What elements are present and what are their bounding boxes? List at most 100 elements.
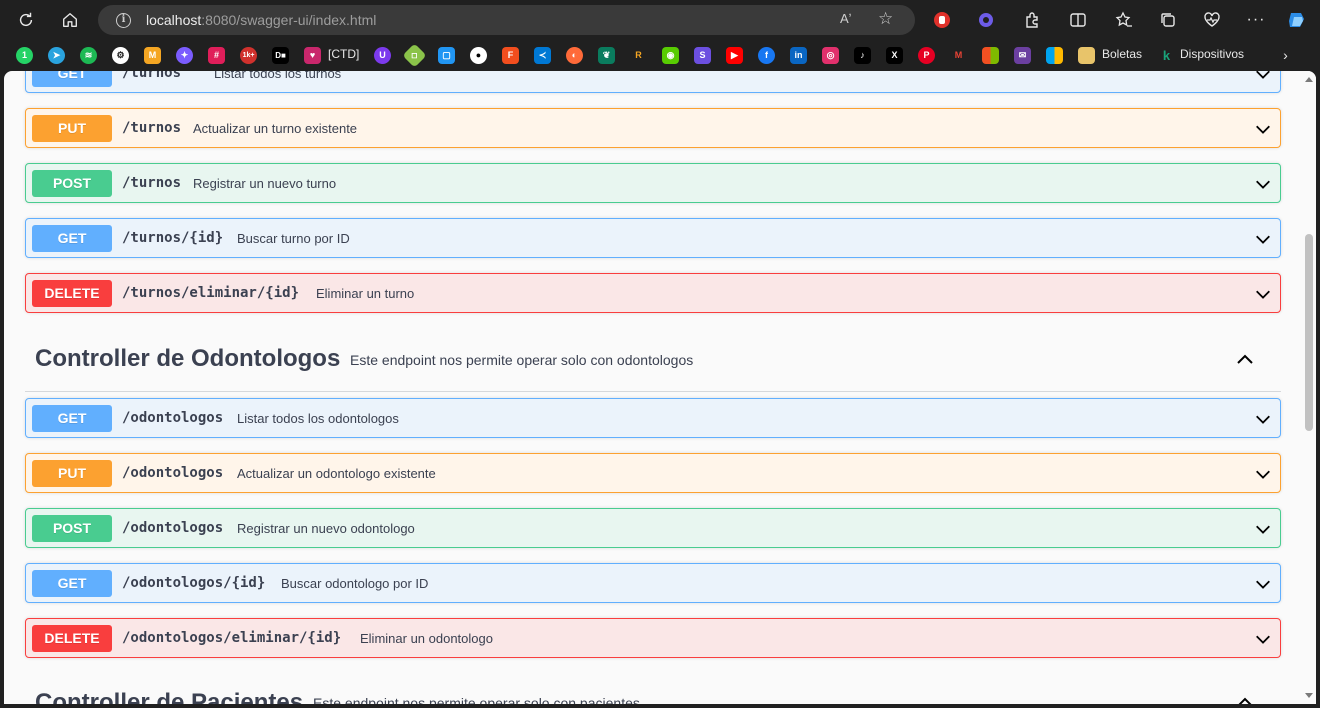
chevron-up-icon[interactable] (1235, 693, 1255, 704)
gmail-bookmark-icon[interactable]: M (950, 47, 967, 64)
telegram-bookmark-icon[interactable]: ➤ (48, 47, 65, 64)
bookmarks-bar: 1 ➤ ≋ ⚙ M ✦ # 1k+ D■ ♥ [CTD] U ◇ ▢ ● F ≺… (0, 40, 1320, 71)
m-app-bookmark-icon[interactable]: M (144, 47, 161, 64)
windows-bookmark-icon[interactable] (1046, 47, 1063, 64)
method-badge: PUT (32, 115, 112, 142)
method-badge: POST (32, 515, 112, 542)
op-path: /turnos/{id} (122, 230, 224, 246)
method-badge: GET (32, 71, 112, 87)
chevron-down-icon[interactable] (1254, 410, 1272, 428)
tiktok-bookmark-icon[interactable]: ♪ (854, 47, 871, 64)
chevron-down-icon[interactable] (1254, 465, 1272, 483)
op-path: /odontologos/eliminar/{id} (122, 630, 342, 646)
vertical-scrollbar[interactable] (1302, 71, 1316, 704)
chevron-down-icon[interactable] (1254, 285, 1272, 303)
chevron-down-icon[interactable] (1254, 575, 1272, 593)
op-get-odontologo-by-id[interactable]: GET /odontologos/{id} Buscar odontologo … (25, 563, 1281, 603)
health-heart-icon[interactable] (1198, 6, 1226, 34)
gear-extension-icon[interactable] (972, 6, 1000, 34)
boletas-bookmark[interactable]: Boletas (1102, 47, 1142, 61)
op-path: /turnos (122, 175, 182, 191)
home-icon[interactable] (52, 2, 88, 38)
scrollbar-thumb[interactable] (1305, 234, 1313, 431)
mail-bookmark-icon[interactable]: ✉ (1014, 47, 1031, 64)
chevron-down-icon[interactable] (1254, 71, 1272, 83)
gemini-bookmark-icon[interactable]: ✦ (176, 47, 193, 64)
chevron-down-icon[interactable] (1254, 175, 1272, 193)
split-screen-icon[interactable] (1064, 6, 1092, 34)
op-path: /turnos (122, 120, 182, 136)
more-options-icon[interactable]: ··· (1242, 6, 1270, 34)
op-delete-turno[interactable]: DELETE /turnos/eliminar/{id} Eliminar un… (25, 273, 1281, 313)
microsoft-bookmark-icon[interactable] (982, 47, 999, 64)
chevron-down-icon[interactable] (1254, 120, 1272, 138)
facebook-bookmark-icon[interactable]: f (758, 47, 775, 64)
address-bar[interactable]: i localhost:8080/swagger-ui/index.html A… (98, 5, 915, 35)
1k-bookmark-icon[interactable]: 1k+ (240, 47, 257, 64)
op-path: /odontologos/{id} (122, 575, 266, 591)
op-path: /turnos/eliminar/{id} (122, 285, 300, 301)
ctd-bookmark[interactable]: [CTD] (328, 47, 359, 61)
linkedin-bookmark-icon[interactable]: in (790, 47, 807, 64)
leaf-bookmark-icon[interactable]: ❦ (598, 47, 615, 64)
chevron-right-icon[interactable]: › (1277, 47, 1294, 64)
op-get-turno-by-id[interactable]: GET /turnos/{id} Buscar turno por ID (25, 218, 1281, 258)
favorite-star-icon[interactable]: ☆ (878, 9, 893, 29)
section-title-pacientes[interactable]: Controller de Pacientes (35, 689, 303, 704)
chevron-down-icon[interactable] (1254, 520, 1272, 538)
s-bookmark-icon[interactable]: S (694, 47, 711, 64)
slack-bookmark-icon[interactable]: # (208, 47, 225, 64)
favorites-icon[interactable] (1110, 6, 1138, 34)
postman-bookmark-icon[interactable]: ◐ (566, 47, 583, 64)
refresh-icon[interactable] (8, 2, 44, 38)
figma-bookmark-icon[interactable]: F (502, 47, 519, 64)
method-badge: DELETE (32, 280, 112, 307)
op-get-odontologos[interactable]: GET /odontologos Listar todos los odonto… (25, 398, 1281, 438)
site-info-icon[interactable]: i (116, 13, 131, 28)
op-put-turnos[interactable]: PUT /turnos Actualizar un turno existent… (25, 108, 1281, 148)
hand-stop-extension-icon[interactable] (928, 6, 956, 34)
dm-bookmark-icon[interactable]: D■ (272, 47, 289, 64)
instagram-bookmark-icon[interactable]: ◎ (822, 47, 839, 64)
op-summary: Listar todos los turnos (214, 71, 342, 81)
op-put-odontologos[interactable]: PUT /odontologos Actualizar un odontolog… (25, 453, 1281, 493)
pinterest-bookmark-icon[interactable]: P (918, 47, 935, 64)
read-aloud-icon[interactable]: Aʼ (840, 11, 852, 26)
method-badge: PUT (32, 460, 112, 487)
copilot-icon[interactable] (1283, 6, 1311, 34)
section-description-odontologos: Este endpoint nos permite operar solo co… (350, 352, 694, 368)
dispositivos-bookmark[interactable]: Dispositivos (1180, 47, 1244, 61)
x-bookmark-icon[interactable]: X (886, 47, 903, 64)
duolingo-bookmark-icon[interactable]: ◉ (662, 47, 679, 64)
url-text[interactable]: localhost:8080/swagger-ui/index.html (146, 12, 376, 28)
method-badge: GET (32, 405, 112, 432)
scroll-down-arrow-icon[interactable] (1305, 693, 1313, 698)
folder-boletas-icon[interactable] (1078, 47, 1095, 64)
diamond-bookmark-icon[interactable]: ◇ (402, 43, 427, 68)
op-get-turnos[interactable]: GET /turnos Listar todos los turnos (25, 71, 1281, 93)
chevron-down-icon[interactable] (1254, 630, 1272, 648)
whatsapp-bookmark-icon[interactable]: 1 (16, 47, 33, 64)
spotify-bookmark-icon[interactable]: ≋ (80, 47, 97, 64)
chatgpt-bookmark-icon[interactable]: ⚙ (112, 47, 129, 64)
vscode-bookmark-icon[interactable]: ≺ (534, 47, 551, 64)
collections-icon[interactable] (1154, 6, 1182, 34)
github-bookmark-icon[interactable]: ● (470, 47, 487, 64)
browser-toolbar: i localhost:8080/swagger-ui/index.html A… (0, 0, 1320, 40)
u-bookmark-icon[interactable]: U (374, 47, 391, 64)
op-post-turnos[interactable]: POST /turnos Registrar un nuevo turno (25, 163, 1281, 203)
section-divider (25, 391, 1281, 392)
chevron-up-icon[interactable] (1235, 350, 1255, 370)
heart-bookmark-icon[interactable]: ♥ (304, 47, 321, 64)
window-bookmark-icon[interactable]: ▢ (438, 47, 455, 64)
section-title-odontologos[interactable]: Controller de Odontologos (35, 345, 340, 373)
extensions-puzzle-icon[interactable] (1018, 6, 1046, 34)
op-delete-odontologo[interactable]: DELETE /odontologos/eliminar/{id} Elimin… (25, 618, 1281, 658)
method-badge: DELETE (32, 625, 112, 652)
chevron-down-icon[interactable] (1254, 230, 1272, 248)
op-post-odontologos[interactable]: POST /odontologos Registrar un nuevo odo… (25, 508, 1281, 548)
youtube-bookmark-icon[interactable]: ▶ (726, 47, 743, 64)
scroll-up-arrow-icon[interactable] (1305, 77, 1313, 82)
r-bookmark-icon[interactable]: R (630, 47, 647, 64)
k-bookmark-icon[interactable]: k (1158, 47, 1175, 64)
